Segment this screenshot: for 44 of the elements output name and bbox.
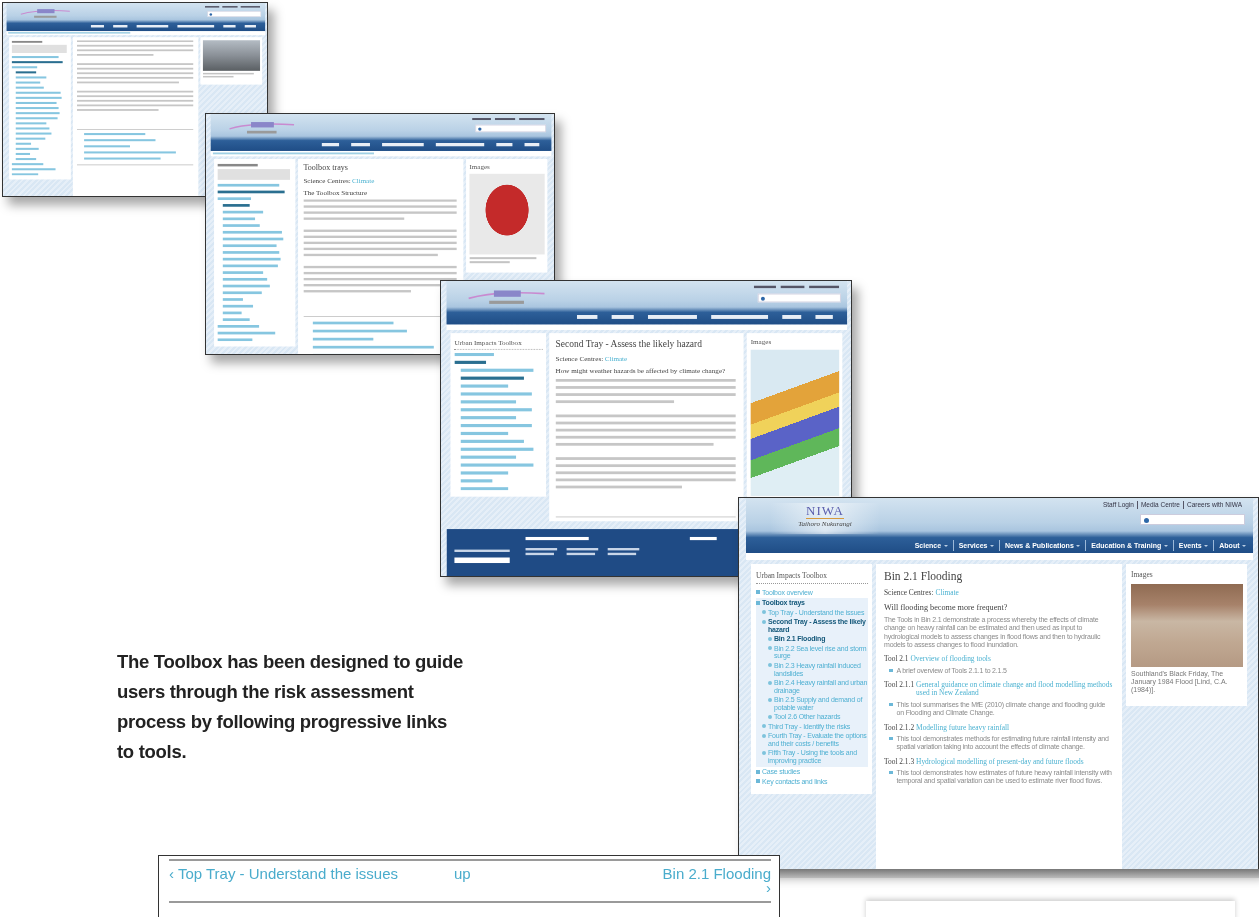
next-page-link[interactable]: Bin 2.1 Flooding › (654, 867, 771, 895)
caret-icon (943, 544, 948, 547)
caret-icon (1076, 544, 1081, 547)
square-bullet-icon (889, 668, 893, 672)
circle-bullet-icon (768, 646, 772, 651)
caret-icon (1242, 544, 1246, 547)
circle-bullet-icon (768, 680, 772, 685)
previous-page-link[interactable]: ‹ Top Tray - Understand the issues (169, 867, 409, 895)
circle-bullet-icon (768, 636, 772, 641)
square-bullet-icon (889, 737, 893, 741)
circle-bullet-icon (762, 733, 766, 738)
caption-lines-drawing (469, 256, 537, 265)
circle-bullet-icon (768, 663, 772, 668)
header-links-drawing (204, 5, 261, 9)
search-field[interactable] (757, 293, 841, 303)
up-link[interactable]: up (409, 867, 654, 895)
globe-icon (760, 296, 765, 301)
caret-icon (989, 544, 994, 547)
section-heading: Will flooding become more frequent? (884, 603, 1009, 612)
circle-bullet-icon (762, 724, 766, 729)
globe-icon (209, 12, 213, 16)
search-field[interactable] (1140, 514, 1245, 525)
square-bullet-icon (756, 590, 760, 595)
square-bullet-icon (889, 703, 893, 706)
page-title: Toolbox trays (303, 163, 349, 174)
circle-bullet-icon (768, 714, 772, 719)
globe-icon (1144, 517, 1149, 523)
circle-bullet-icon (768, 697, 772, 702)
circle-bullet-icon (762, 750, 766, 755)
square-bullet-icon (889, 771, 893, 775)
circle-bullet-icon (762, 610, 766, 615)
square-bullet-icon (756, 600, 760, 605)
search-field[interactable] (207, 11, 262, 17)
globe-icon (478, 127, 482, 131)
circle-bullet-icon (762, 619, 766, 624)
caret-icon (1204, 544, 1209, 547)
square-bullet-icon (756, 779, 760, 784)
caption-lines-drawing (202, 72, 254, 79)
page-title: Second Tray - Assess the likely hazard (555, 337, 703, 350)
caret-icon (1163, 544, 1168, 547)
square-bullet-icon (756, 770, 760, 775)
caption-text: The Toolbox has been designed to guide users through the risk assessment process by following progressive links to tools. (117, 650, 464, 764)
search-field[interactable] (475, 124, 547, 133)
page-title: Bin 2.1 Flooding (884, 570, 964, 582)
